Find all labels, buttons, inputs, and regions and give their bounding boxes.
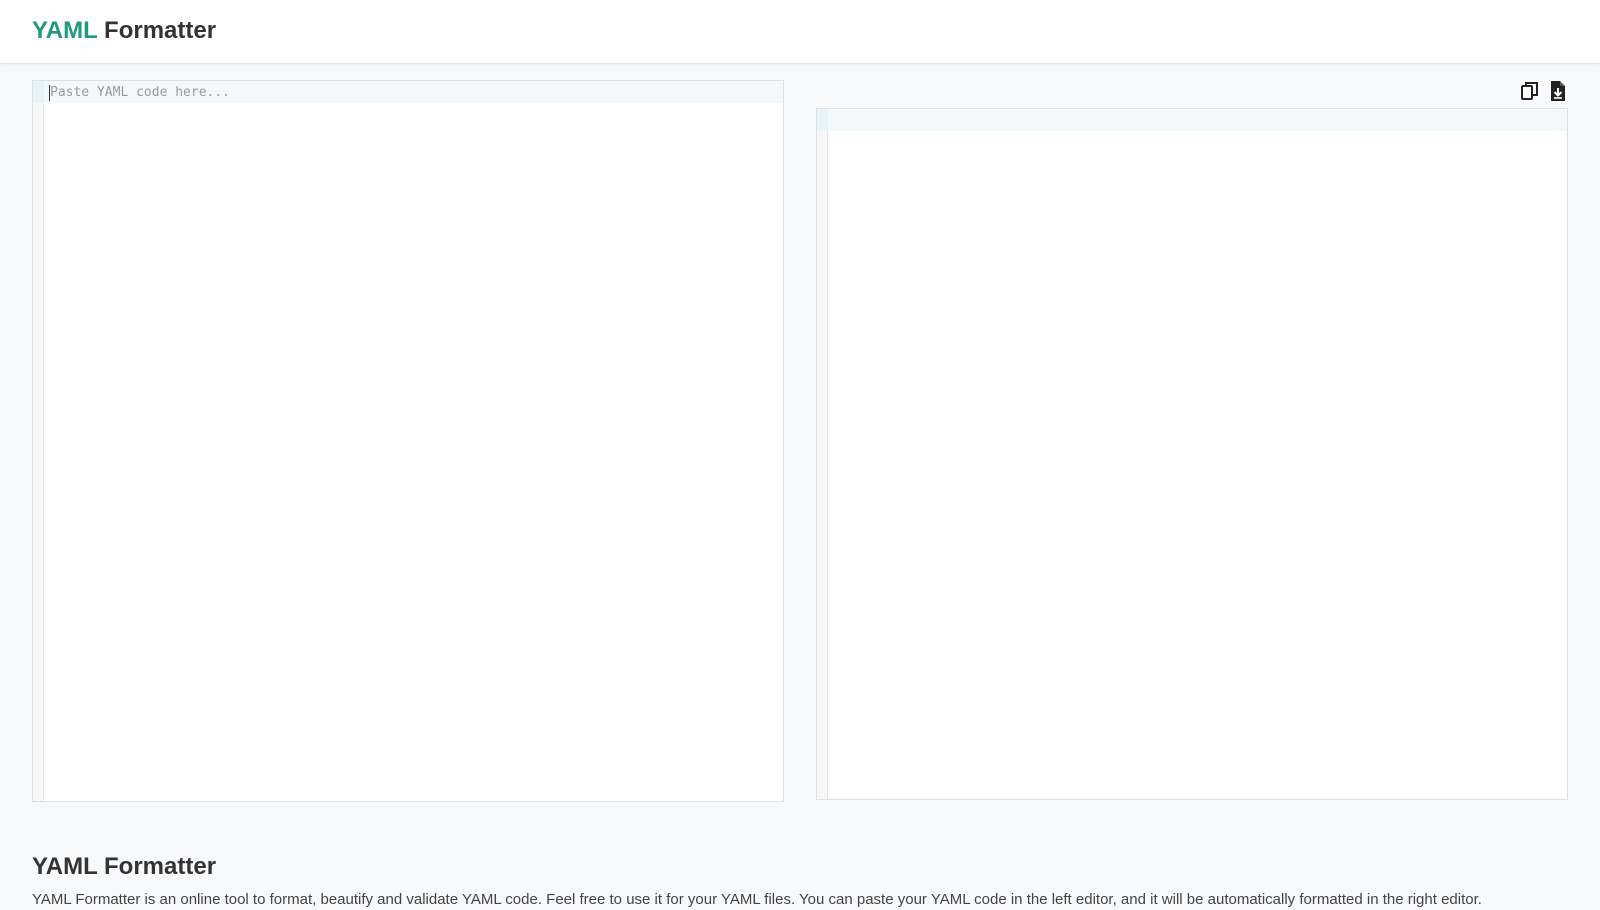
output-yaml-editor[interactable] (816, 108, 1568, 800)
input-yaml-editor[interactable]: Paste YAML code here... (32, 80, 784, 802)
line-number-gutter (817, 109, 828, 799)
active-gutter-marker (33, 81, 44, 103)
editor-placeholder: Paste YAML code here... (50, 85, 231, 100)
top-header: YAML Formatter (0, 0, 1600, 64)
copy-icon[interactable] (1519, 80, 1541, 102)
line-number-gutter (33, 81, 44, 801)
active-line-highlight (828, 109, 1567, 131)
logo-yaml-text: YAML (32, 17, 98, 44)
logo-formatter-text: Formatter (104, 17, 217, 44)
download-file-icon[interactable] (1547, 80, 1569, 102)
site-logo[interactable]: YAML Formatter (32, 16, 216, 46)
active-gutter-marker (817, 109, 828, 131)
about-description: YAML Formatter is an online tool to form… (32, 891, 1482, 908)
about-title: YAML Formatter (32, 853, 217, 880)
